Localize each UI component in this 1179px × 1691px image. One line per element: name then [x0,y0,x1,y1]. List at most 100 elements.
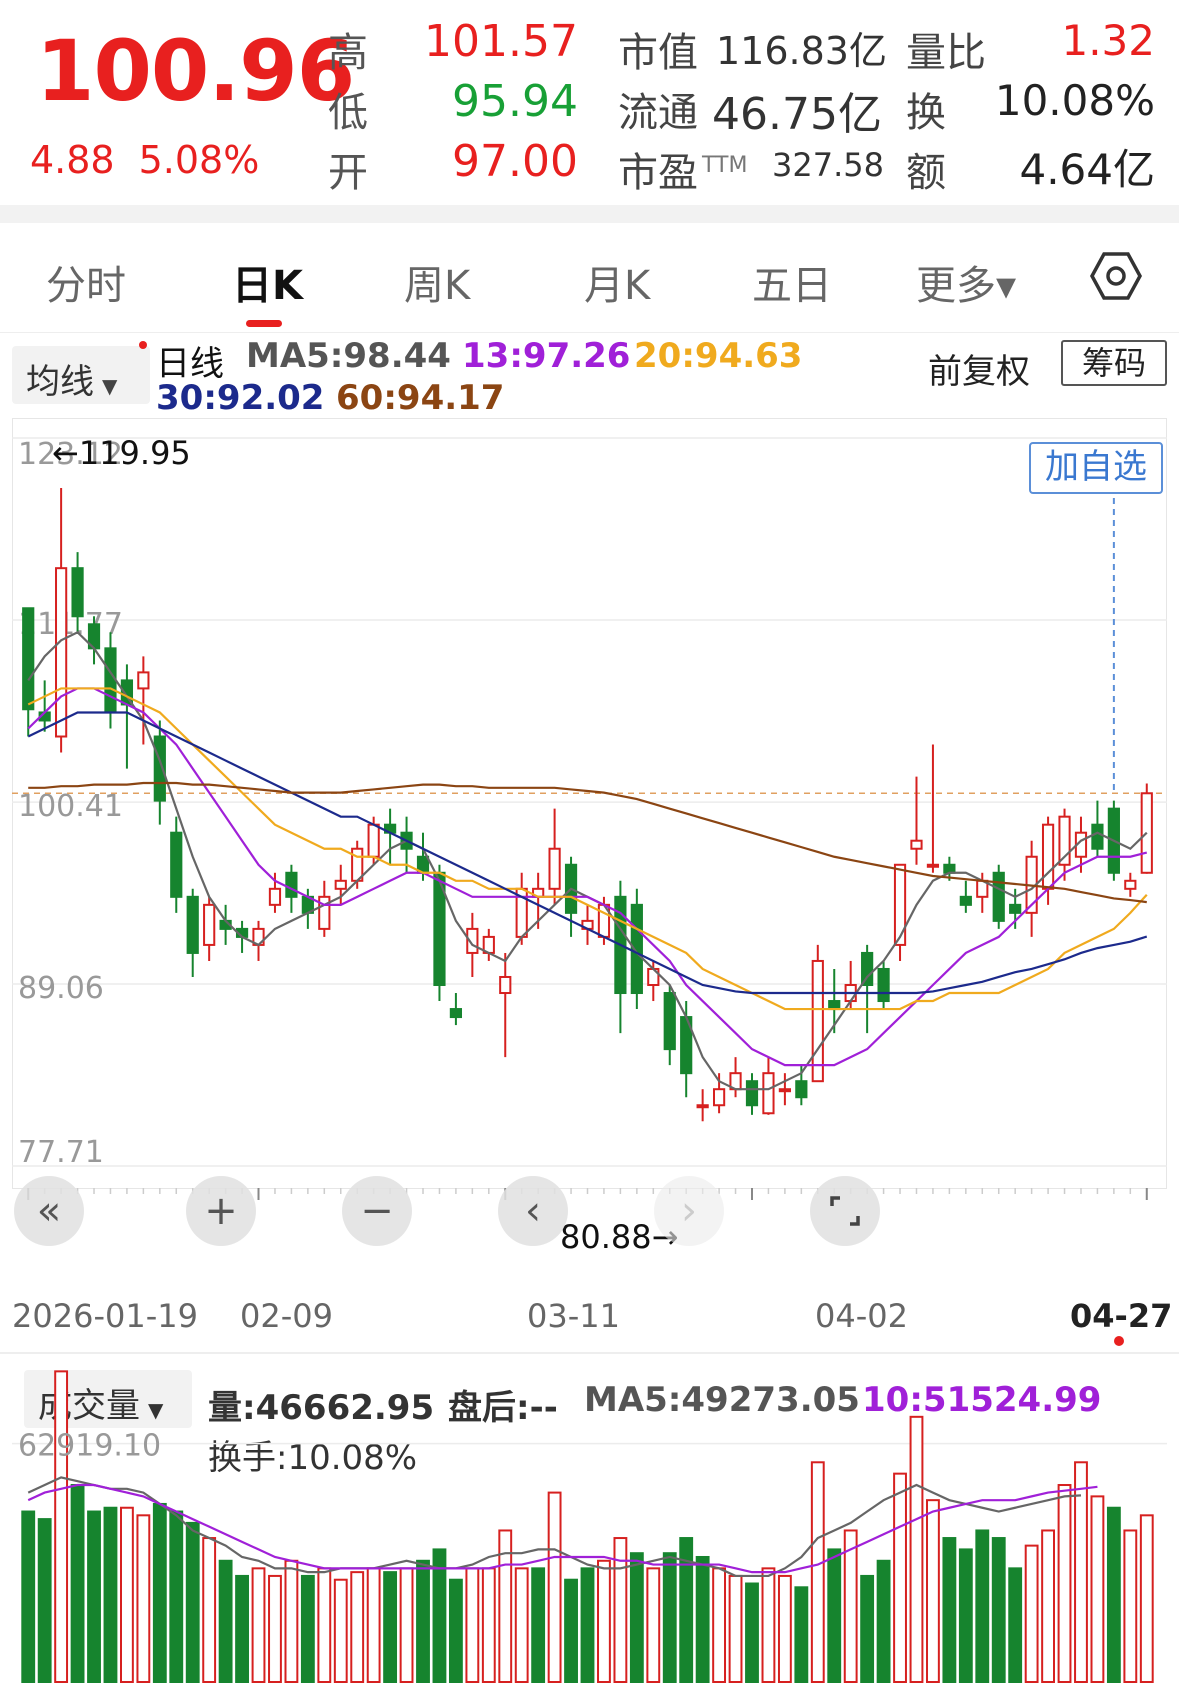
volume-bar-up [399,1567,414,1683]
turnover-value: 10.08% [994,76,1155,125]
candle-up [1041,823,1055,890]
tab-intraday[interactable]: 分时 [46,253,126,311]
volume-bar-up [350,1571,365,1683]
quote-header: 100.96 4.88 5.08% 高 101.57 低 95.94 开 97.0… [0,0,1179,205]
volume-divider [0,1352,1179,1354]
open-value: 97.00 [452,136,578,187]
volume-bar-down [300,1574,315,1683]
candle-up [334,879,347,890]
volume-bar-down [580,1567,595,1683]
volume-bar-up [712,1567,727,1683]
adjust-mode-button[interactable]: 前复权 [928,344,1030,393]
volume-y-tick-label: 62919.10 [18,1429,161,1464]
date-label: 2026-01-19 [12,1297,198,1335]
candle-down [71,567,84,618]
candle-down [828,1000,841,1011]
candle-up [548,847,561,890]
hexagon-gear-icon[interactable] [1090,250,1142,302]
volume-bar-down [794,1586,809,1683]
volratio-value: 1.32 [1061,16,1155,65]
volume-bar-down [942,1537,957,1683]
volume-bar-up [284,1559,299,1683]
volume-bar-down [21,1510,36,1683]
candle-down [877,967,890,1003]
volume-bar-down [37,1518,52,1683]
volume-bar-down [70,1484,85,1683]
ma-line-ma5 [27,630,1148,1091]
candle-down [663,992,676,1051]
add-watchlist-button[interactable]: 加自选 [1029,442,1163,494]
high-value: 101.57 [424,16,578,67]
volume-bar-up [119,1506,134,1683]
tab-five-day[interactable]: 五日 [752,253,832,311]
pe-label-text: 市盈 [618,150,698,196]
volume-bar-up [893,1472,907,1683]
candle-down [170,831,183,898]
candle-up [55,567,68,738]
tab-more[interactable]: 更多▾ [916,253,1016,311]
volume-bar-down [185,1521,200,1683]
fullscreen-icon[interactable] [810,1176,880,1246]
y-tick-label: 89.06 [18,971,104,1006]
amount-value: 4.64亿 [1019,145,1155,194]
red-dot-icon [139,341,147,349]
date-label: 04-02 [815,1297,908,1335]
tab-weekly-k[interactable]: 周K [404,253,470,311]
volume-bar-up [728,1574,743,1683]
volume-bar-down [662,1552,677,1683]
volume-bar-down [860,1574,875,1683]
double-chevron-left-icon[interactable]: « [14,1176,84,1246]
volume-bar-up [547,1491,562,1683]
pe-value: 327.58 [772,146,884,184]
volume-bar-down [745,1582,759,1684]
volume-bar-up [1090,1495,1105,1683]
volume-bar-down [531,1567,546,1683]
chevron-right-icon[interactable]: › [654,1176,724,1246]
ma60-label: 60:94.17 [336,378,505,418]
volume-bar-up [136,1514,151,1683]
max-price-label: ←119.95 [52,434,191,472]
minus-icon[interactable]: − [342,1176,412,1246]
change-value: 4.88 [30,138,115,182]
candlestick-chart[interactable]: 123.12111.77100.4189.0677.71←119.9580.88… [12,418,1167,1278]
date-label: 03-11 [527,1297,620,1335]
float-label: 流通 [618,90,698,136]
volume-bar-up [54,1370,69,1683]
volume-bar-down [218,1559,233,1683]
volume-bar-up [1057,1484,1072,1683]
volume-bar-up [926,1499,940,1683]
volume-bar-down [383,1571,398,1683]
candle-down [285,871,298,898]
volume-bar-up [646,1567,661,1683]
chevron-left-icon[interactable]: ‹ [498,1176,568,1246]
candle-down [1091,823,1104,850]
candle-down [992,871,1005,922]
volume-bar-down [876,1559,891,1683]
chart-frame [12,418,1167,1189]
indicator-selector-label: 均线 [26,362,94,402]
volume-bar-down [448,1578,463,1684]
plus-icon[interactable]: + [186,1176,256,1246]
volume-chart[interactable]: 62919.10 [12,1360,1167,1686]
turnover-label: 换 [906,90,946,136]
volume-bar-down [564,1578,578,1684]
volume-bar-down [169,1510,184,1683]
chip-distribution-button[interactable]: 筹码 [1061,340,1167,386]
y-tick-label: 77.71 [18,1135,104,1170]
volume-bar-up [333,1578,348,1684]
period-tabs: 分时 日K 周K 月K 五日 更多▾ [0,223,1179,333]
candle-down [186,895,199,954]
ma-line-20 [27,687,1148,1011]
volume-bar-down [958,1548,973,1683]
candle-down [1009,903,1022,914]
candle-down [22,607,35,711]
volume-bar-up [465,1567,480,1683]
tab-monthly-k[interactable]: 月K [584,253,650,311]
candle-up [778,1088,791,1093]
candle-down [861,951,874,987]
candle-up [268,887,282,906]
volume-bar-down [103,1506,118,1683]
volume-bar-up [1024,1544,1039,1683]
indicator-selector[interactable]: 均线 ▼ [12,346,150,404]
tab-daily-k[interactable]: 日K [232,253,303,311]
